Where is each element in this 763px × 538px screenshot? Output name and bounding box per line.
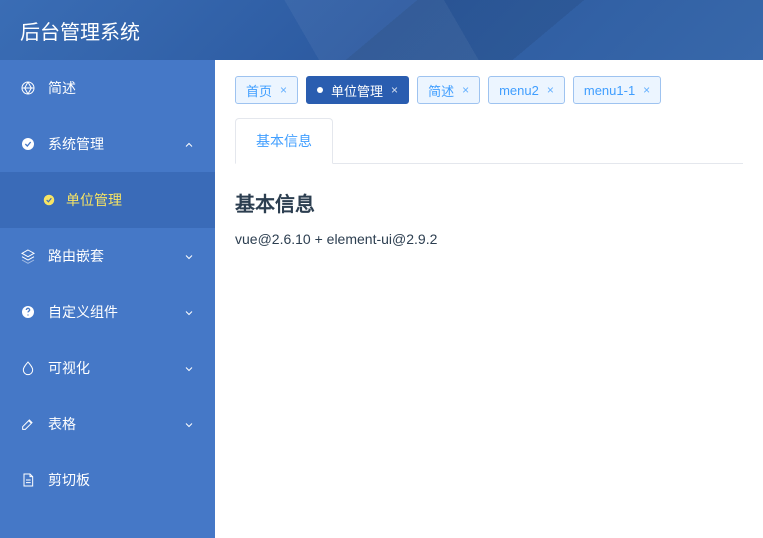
content-body: vue@2.6.10 + element-ui@2.9.2 [235, 231, 743, 247]
tag-label: 首页 [246, 81, 272, 100]
main-content: 首页 × 单位管理 × 简述 × menu2 × menu1-1 × [215, 60, 763, 538]
sidebar-item-clipboard[interactable]: 剪切板 [0, 452, 215, 508]
tag-label: 单位管理 [331, 81, 383, 100]
droplet-icon [20, 360, 36, 376]
file-text-icon [20, 472, 36, 488]
tag-label: menu1-1 [584, 83, 635, 98]
chevron-down-icon [183, 306, 195, 318]
tag-bar: 首页 × 单位管理 × 简述 × menu2 × menu1-1 × [235, 76, 743, 104]
edit-icon [20, 416, 36, 432]
chevron-down-icon [183, 418, 195, 430]
menu-label: 路由嵌套 [48, 246, 104, 266]
close-icon[interactable]: × [280, 84, 287, 96]
sidebar: 简述 系统管理 单位管理 [0, 60, 215, 538]
aperture-icon [20, 80, 36, 96]
check-circle-icon [42, 193, 56, 207]
sidebar-item-router-nest[interactable]: 路由嵌套 [0, 228, 215, 284]
sidebar-item-overview[interactable]: 简述 [0, 60, 215, 116]
tag-unit-management[interactable]: 单位管理 × [306, 76, 409, 104]
tab-label: 基本信息 [256, 133, 312, 149]
active-dot-icon [317, 87, 323, 93]
chevron-up-icon [183, 138, 195, 150]
chevron-down-icon [183, 362, 195, 374]
close-icon[interactable]: × [547, 84, 554, 96]
content-heading: 基本信息 [235, 188, 743, 217]
tag-label: 简述 [428, 81, 454, 100]
sidebar-item-tables[interactable]: 表格 [0, 396, 215, 452]
sidebar-item-system[interactable]: 系统管理 [0, 116, 215, 172]
tag-label: menu2 [499, 83, 539, 98]
menu-label: 简述 [48, 78, 76, 98]
menu-label: 剪切板 [48, 470, 90, 490]
tag-overview[interactable]: 简述 × [417, 76, 480, 104]
tab-basic-info[interactable]: 基本信息 [235, 118, 333, 164]
app-header: 后台管理系统 [0, 0, 763, 60]
menu-label: 表格 [48, 414, 76, 434]
menu-label: 系统管理 [48, 134, 104, 154]
check-circle-icon [20, 136, 36, 152]
chevron-down-icon [183, 250, 195, 262]
tag-menu2[interactable]: menu2 × [488, 76, 565, 104]
tabs: 基本信息 [235, 118, 743, 164]
menu-label: 自定义组件 [48, 302, 118, 322]
menu-label: 可视化 [48, 358, 90, 378]
sidebar-item-visualization[interactable]: 可视化 [0, 340, 215, 396]
content-panel: 基本信息 vue@2.6.10 + element-ui@2.9.2 [235, 164, 743, 247]
tag-home[interactable]: 首页 × [235, 76, 298, 104]
sidebar-subitem-unit-management[interactable]: 单位管理 [0, 172, 215, 228]
tag-menu1-1[interactable]: menu1-1 × [573, 76, 661, 104]
sidebar-item-custom-components[interactable]: 自定义组件 [0, 284, 215, 340]
close-icon[interactable]: × [643, 84, 650, 96]
layers-icon [20, 248, 36, 264]
close-icon[interactable]: × [391, 84, 398, 96]
app-title: 后台管理系统 [20, 16, 140, 45]
help-circle-icon [20, 304, 36, 320]
submenu-label: 单位管理 [66, 190, 122, 210]
close-icon[interactable]: × [462, 84, 469, 96]
